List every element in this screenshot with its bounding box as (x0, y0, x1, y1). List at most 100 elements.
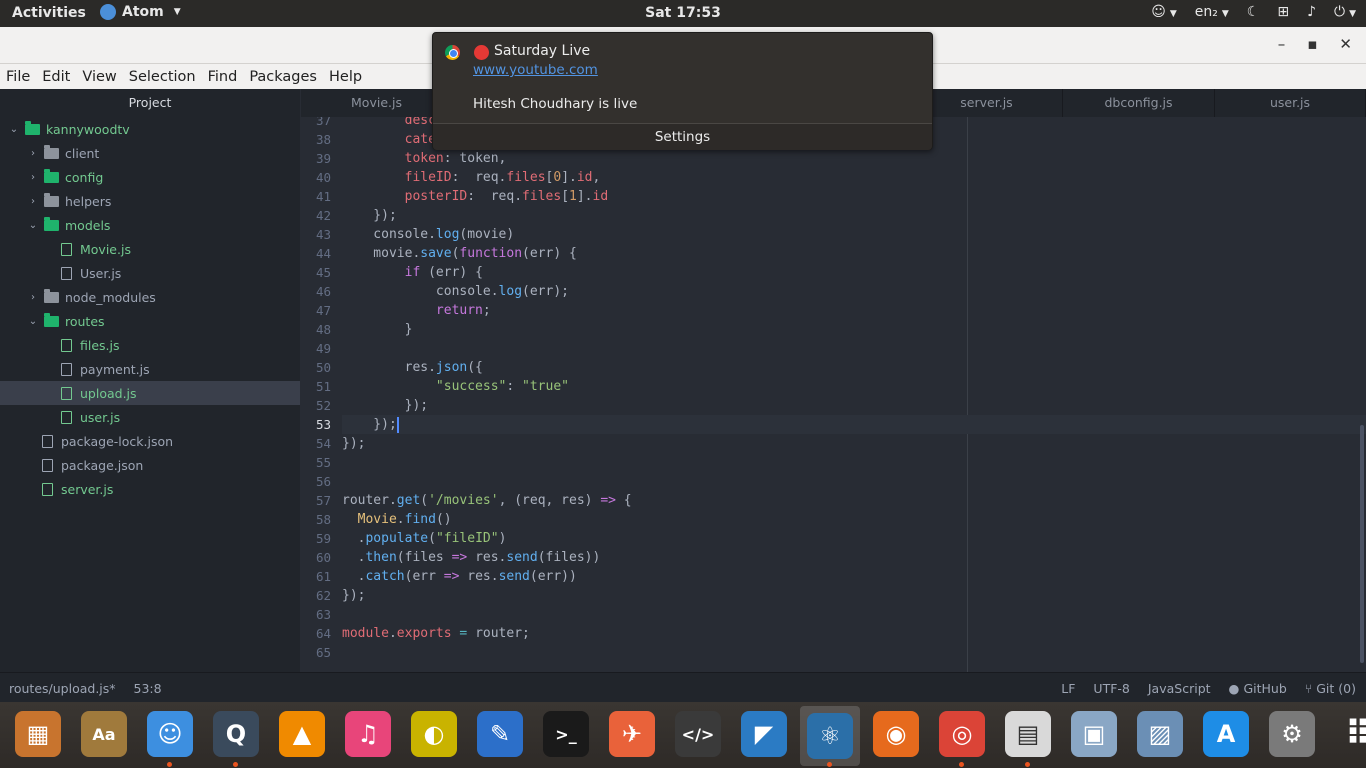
tree-item-label: files.js (80, 337, 120, 353)
status-git[interactable]: ⑂ Git (0) (1305, 681, 1356, 696)
chevron-right-icon[interactable]: › (27, 196, 39, 207)
tree-file[interactable]: upload.js (0, 381, 300, 405)
minimize-button[interactable]: – (1278, 35, 1286, 53)
github-icon: ● (1228, 681, 1244, 696)
itunes-icon[interactable]: ♫ (345, 711, 391, 757)
tab-movie-js[interactable]: Movie.js (301, 89, 453, 117)
tree-item-label: models (65, 217, 111, 233)
app-menu[interactable]: Atom ▼ (100, 4, 181, 20)
calculator-icon[interactable]: ▦ (15, 711, 61, 757)
tree-folder[interactable]: ⌄ routes (0, 309, 300, 333)
tree-folder[interactable]: › client (0, 141, 300, 165)
vscode-glyph: ◤ (741, 711, 787, 757)
apps-grid-icon[interactable]: ⠿ (1335, 711, 1366, 757)
vscode-icon[interactable]: ◤ (741, 711, 787, 757)
tree-file[interactable]: server.js (0, 477, 300, 501)
settings-glyph: ⚙ (1269, 711, 1315, 757)
status-file-path[interactable]: routes/upload.js* (9, 681, 116, 696)
tree-file[interactable]: User.js (0, 261, 300, 285)
finder-icon[interactable]: ☺ (147, 711, 193, 757)
tab-dbconfig-js[interactable]: dbconfig.js (1063, 89, 1215, 117)
postman-glyph: ✈ (609, 711, 655, 757)
code-editor[interactable]: 37 38 39 40 41 42 43 44 45 46 47 48 49 50 51 52 53 54 55 56… (301, 117, 1366, 672)
terminal-icon[interactable]: >_ (543, 711, 589, 757)
atom-icon (100, 4, 116, 20)
chevron-right-icon[interactable]: › (27, 292, 39, 303)
tree-folder[interactable]: › config (0, 165, 300, 189)
tree-item-label: package-lock.json (61, 433, 174, 449)
menu-file[interactable]: File (0, 69, 36, 85)
line-number: 46 (315, 284, 331, 299)
tree-file[interactable]: package-lock.json (0, 429, 300, 453)
code-line: }); (342, 436, 366, 451)
code-line: router.get('/movies', (req, res) => { (342, 493, 632, 508)
git-icon: ⑂ (1304, 681, 1317, 696)
tree-file[interactable]: Movie.js (0, 237, 300, 261)
system-tray: ☺ ▼ en₂ ▼ ☾ ⊞ ♪ ⏻ ▼ (1151, 4, 1356, 20)
tree-folder[interactable]: ⌄ kannywoodtv (0, 117, 300, 141)
firefox-icon[interactable]: ◉ (873, 711, 919, 757)
appstore-glyph: A (1203, 711, 1249, 757)
code-line: movie.save(function(err) { (342, 246, 577, 261)
tab-server-js[interactable]: server.js (911, 89, 1063, 117)
menu-help[interactable]: Help (323, 69, 368, 85)
settings-icon[interactable]: ⚙ (1269, 711, 1315, 757)
editor-scrollbar[interactable] (1360, 425, 1364, 663)
tab-label: dbconfig.js (1104, 95, 1173, 110)
code-lines[interactable]: desc cate token: token, fileID: req.file… (342, 117, 1366, 662)
colorpicker-icon[interactable]: ◐ (411, 711, 457, 757)
tree-folder[interactable]: › node_modules (0, 285, 300, 309)
chevron-down-icon[interactable]: ⌄ (27, 220, 39, 231)
quicktime-icon[interactable]: Q (213, 711, 259, 757)
vlc-icon[interactable]: ▲ (279, 711, 325, 757)
postman-icon[interactable]: ✈ (609, 711, 655, 757)
menu-find[interactable]: Find (202, 69, 244, 85)
preview-icon[interactable]: ▣ (1071, 711, 1117, 757)
status-line-ending[interactable]: LF (1061, 681, 1075, 696)
sublime-icon[interactable]: </> (675, 711, 721, 757)
status-cursor-position[interactable]: 53:8 (134, 681, 162, 696)
texteditor-icon[interactable]: ✎ (477, 711, 523, 757)
tab-user-js[interactable]: user.js (1215, 89, 1366, 117)
tree-folder[interactable]: ⌄ models (0, 213, 300, 237)
tree-file[interactable]: user.js (0, 405, 300, 429)
dictionary-icon[interactable]: Aa (81, 711, 127, 757)
status-github[interactable]: ● GitHub (1229, 681, 1287, 696)
chrome-icon[interactable]: ◎ (939, 711, 985, 757)
menu-selection[interactable]: Selection (123, 69, 202, 85)
project-title[interactable]: Project (0, 89, 300, 117)
chevron-down-icon[interactable]: ⌄ (8, 124, 20, 135)
appstore-icon[interactable]: A (1203, 711, 1249, 757)
notification-link[interactable]: www.youtube.com (473, 62, 598, 78)
tree-file[interactable]: package.json (0, 453, 300, 477)
notes-icon[interactable]: ▤ (1005, 711, 1051, 757)
status-encoding[interactable]: UTF-8 (1093, 681, 1129, 696)
network-icon[interactable]: ⊞ (1277, 4, 1289, 20)
chevron-right-icon[interactable]: › (27, 172, 39, 183)
notification-settings-button[interactable]: Settings (433, 123, 932, 150)
volume-icon[interactable]: ♪ (1307, 4, 1316, 20)
activities-button[interactable]: Activities (12, 5, 86, 21)
power-icon[interactable]: ⏻ ▼ (1334, 4, 1356, 20)
chevron-right-icon[interactable]: › (27, 148, 39, 159)
maximize-button[interactable]: ▪ (1307, 35, 1317, 53)
chevron-down-icon[interactable]: ⌄ (27, 316, 39, 327)
menu-edit[interactable]: Edit (36, 69, 76, 85)
image-viewer-icon[interactable]: ▨ (1137, 711, 1183, 757)
apps-grid-glyph: ⠿ (1344, 714, 1366, 754)
file-icon (61, 242, 72, 256)
notification-popup[interactable]: Saturday Live www.youtube.com Hitesh Cho… (432, 32, 933, 150)
menu-packages[interactable]: Packages (243, 69, 323, 85)
close-button[interactable]: ✕ (1339, 35, 1352, 53)
menu-view[interactable]: View (76, 69, 122, 85)
status-grammar[interactable]: JavaScript (1148, 681, 1211, 696)
accessibility-icon[interactable]: ☺ ▼ (1151, 4, 1177, 20)
tree-file[interactable]: payment.js (0, 357, 300, 381)
atom-icon[interactable]: ⚛ (800, 706, 860, 766)
tree-folder[interactable]: › helpers (0, 189, 300, 213)
tree-file[interactable]: files.js (0, 333, 300, 357)
keyboard-layout[interactable]: en₂ ▼ (1195, 4, 1229, 20)
line-number: 56 (315, 474, 331, 489)
